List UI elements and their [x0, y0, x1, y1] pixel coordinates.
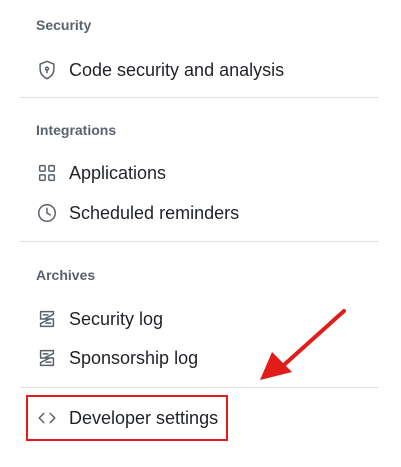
divider [20, 387, 378, 388]
apps-grid-icon [36, 162, 58, 184]
settings-sidebar: Security Code security and analysis Inte… [0, 0, 401, 467]
sidebar-item-code-security[interactable]: Code security and analysis [36, 55, 284, 85]
sidebar-item-label: Security log [69, 308, 164, 329]
sidebar-item-sponsorship-log[interactable]: Sponsorship log [36, 343, 198, 373]
log-icon [36, 347, 58, 369]
log-icon [36, 308, 58, 330]
highlight-box [26, 395, 228, 441]
section-heading-integrations: Integrations [36, 122, 117, 138]
clock-icon [36, 202, 58, 224]
section-heading-archives: Archives [36, 267, 96, 283]
divider [20, 241, 378, 242]
sidebar-item-security-log[interactable]: Security log [36, 304, 163, 334]
shield-lock-icon [36, 59, 58, 81]
sidebar-item-label: Applications [69, 162, 167, 183]
sidebar-item-label: Code security and analysis [69, 59, 285, 80]
sidebar-item-scheduled-reminders[interactable]: Scheduled reminders [36, 198, 239, 228]
divider [20, 97, 378, 98]
section-heading-security: Security [36, 17, 92, 33]
sidebar-item-label: Sponsorship log [69, 347, 199, 368]
sidebar-item-applications[interactable]: Applications [36, 158, 166, 188]
sidebar-item-label: Scheduled reminders [69, 202, 240, 223]
